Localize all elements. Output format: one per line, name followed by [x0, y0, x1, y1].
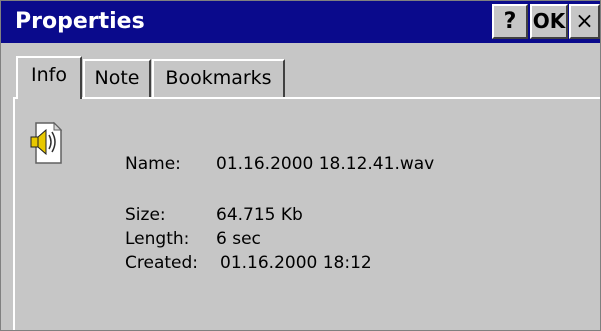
- length-label: Length:: [125, 229, 190, 249]
- help-button[interactable]: ?: [492, 4, 528, 39]
- created-value: 01.16.2000 18:12: [220, 253, 372, 273]
- name-value: 01.16.2000 18.12.41.wav: [216, 154, 435, 174]
- title-bar: Properties ? OK ×: [1, 1, 600, 43]
- tab-info[interactable]: Info: [16, 56, 82, 99]
- created-label: Created:: [125, 253, 199, 273]
- window-title: Properties: [15, 9, 145, 34]
- audio-file-icon: [30, 121, 63, 164]
- close-button[interactable]: ×: [569, 4, 600, 39]
- tab-note[interactable]: Note: [83, 59, 151, 97]
- tab-bookmarks[interactable]: Bookmarks: [152, 59, 285, 97]
- length-value: 6 sec: [216, 229, 261, 249]
- name-label: Name:: [125, 154, 181, 174]
- properties-window: Properties ? OK × Info Note Bookmarks Na…: [0, 0, 601, 331]
- size-value: 64.715 Kb: [216, 205, 303, 225]
- size-label: Size:: [125, 205, 166, 225]
- ok-button[interactable]: OK: [530, 4, 568, 39]
- info-panel: [13, 97, 600, 330]
- tab-strip: Info Note Bookmarks: [1, 43, 600, 99]
